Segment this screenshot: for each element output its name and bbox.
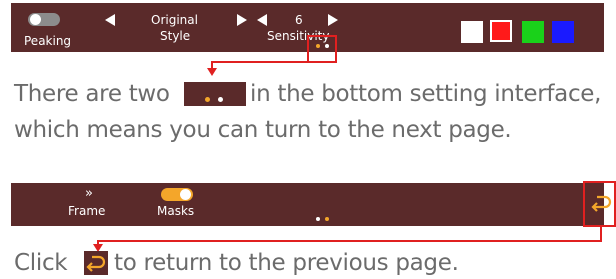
style-value: Original [151,13,198,27]
caption-line1-before: There are two [14,81,170,107]
masks-label: Masks [157,204,195,218]
masks-toggle[interactable] [161,188,193,201]
sensitivity-prev-arrow-icon[interactable] [257,14,267,26]
sensitivity-next-arrow-icon[interactable] [328,14,338,26]
pointer-line-vertical-2 [600,226,602,242]
highlight-page-dots [307,35,337,63]
pointer-line-horizontal-2 [97,240,602,242]
style-label: Style [160,29,191,43]
inline-back-icon [84,251,108,275]
peaking-toggle[interactable] [28,13,60,26]
page-dot-active [325,217,329,221]
settings-bar-bottom: » Frame Masks [11,183,604,226]
style-prev-arrow-icon[interactable] [105,14,115,26]
style-next-arrow-icon[interactable] [237,14,247,26]
color-swatch-green[interactable] [522,21,544,43]
caption2-before: Click [14,250,68,276]
pointer-line-horizontal [211,61,309,63]
frame-label: Frame [68,204,106,218]
pointer-arrowhead [207,68,217,76]
frame-icon[interactable]: » [85,186,93,201]
caption2-after: to return to the previous page. [114,250,459,276]
inline-page-dots-icon [184,82,246,106]
caption-line1-after: in the bottom setting interface, [250,81,602,107]
color-swatch-blue[interactable] [552,21,574,43]
page-dot-inactive [316,217,320,221]
peaking-label: Peaking [24,34,72,48]
caption-line2: which means you can turn to the next pag… [14,117,512,143]
sensitivity-value: 6 [295,13,303,27]
color-swatch-red[interactable] [490,20,512,42]
color-swatch-white[interactable] [461,21,483,43]
back-icon[interactable] [590,192,612,214]
